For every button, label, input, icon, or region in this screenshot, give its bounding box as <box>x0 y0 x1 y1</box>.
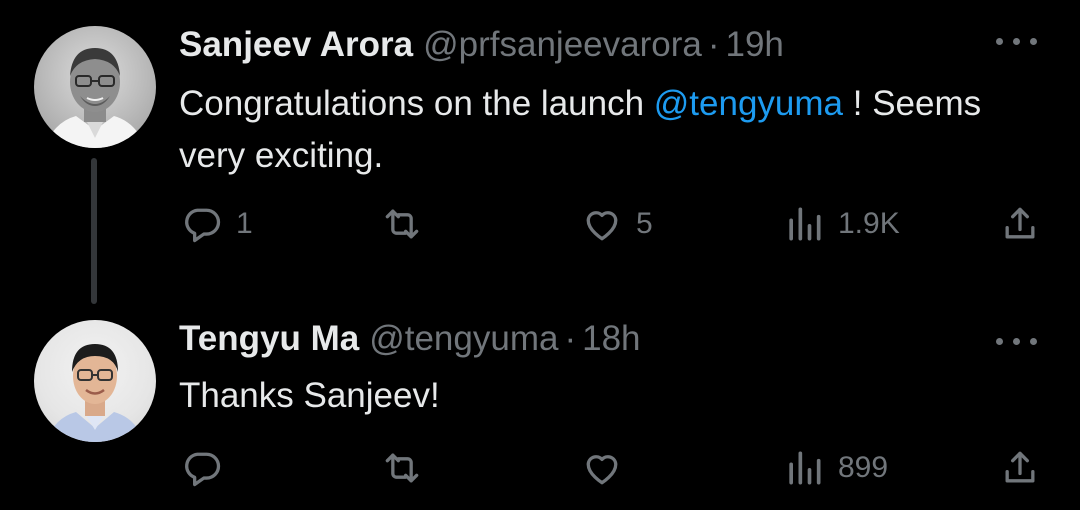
reply-count: 1 <box>236 207 253 240</box>
retweet-button[interactable] <box>380 200 436 248</box>
timestamp[interactable]: 19h <box>725 25 783 64</box>
avatar-photo <box>44 48 146 148</box>
tweet-actions: 899 <box>0 444 1080 492</box>
reply-button[interactable]: 1 <box>180 200 253 248</box>
like-button[interactable]: 5 <box>580 200 653 248</box>
more-horizontal-icon <box>1013 38 1020 45</box>
share-button[interactable] <box>998 444 1042 492</box>
reply-icon <box>185 452 221 487</box>
share-icon <box>1005 451 1035 483</box>
retweet-button[interactable] <box>380 444 436 492</box>
like-count: 5 <box>636 207 653 240</box>
more-options-button[interactable] <box>996 330 1040 350</box>
more-horizontal-icon <box>1030 38 1037 45</box>
reply-button[interactable] <box>180 444 236 492</box>
tweet-actions: 1 5 1.9K <box>0 200 1080 248</box>
tweet[interactable]: Sanjeev Arora @prfsanjeevarora · 19h Congra… <box>0 0 1080 304</box>
avatar-photo <box>46 344 144 442</box>
tweet-text-start: Congratulations on the launch <box>179 84 654 123</box>
author-handle[interactable]: @prfsanjeevarora <box>423 25 702 64</box>
like-button[interactable] <box>580 444 636 492</box>
avatar[interactable] <box>34 320 156 442</box>
avatar[interactable] <box>34 26 156 148</box>
share-icon <box>1005 207 1035 239</box>
separator-dot: · <box>564 319 577 358</box>
tweet-text: Thanks Sanjeev! <box>179 376 440 415</box>
tweet-header: Tengyu Ma @tengyuma · 18h <box>179 318 1000 360</box>
retweet-icon <box>385 453 419 483</box>
like-icon <box>586 455 618 485</box>
retweet-icon <box>385 209 419 239</box>
more-horizontal-icon <box>996 38 1003 45</box>
more-options-button[interactable] <box>996 30 1040 50</box>
author-name[interactable]: Sanjeev Arora <box>179 25 413 64</box>
more-horizontal-icon <box>996 338 1003 345</box>
tweet-header: Sanjeev Arora @prfsanjeevarora · 19h <box>179 24 1000 66</box>
like-icon <box>586 211 618 241</box>
views-icon <box>789 207 821 241</box>
tweet[interactable]: Tengyu Ma @tengyuma · 18h Thanks Sanjeev! 8… <box>0 300 1080 510</box>
tweet-text: Congratulations on the launch @tengyuma … <box>179 78 1040 182</box>
view-count: 899 <box>838 451 889 484</box>
views-button[interactable]: 899 <box>782 444 888 492</box>
more-horizontal-icon <box>1030 338 1037 345</box>
author-name[interactable]: Tengyu Ma <box>179 319 359 358</box>
author-handle[interactable]: @tengyuma <box>369 319 558 358</box>
more-horizontal-icon <box>1013 338 1020 345</box>
views-button[interactable]: 1.9K <box>782 200 900 248</box>
mention-link[interactable]: @tengyuma <box>654 84 843 123</box>
share-button[interactable] <box>998 200 1042 248</box>
reply-icon <box>185 208 221 243</box>
timestamp[interactable]: 18h <box>582 319 640 358</box>
views-icon <box>789 451 821 485</box>
separator-dot: · <box>707 25 720 64</box>
view-count: 1.9K <box>838 207 900 240</box>
